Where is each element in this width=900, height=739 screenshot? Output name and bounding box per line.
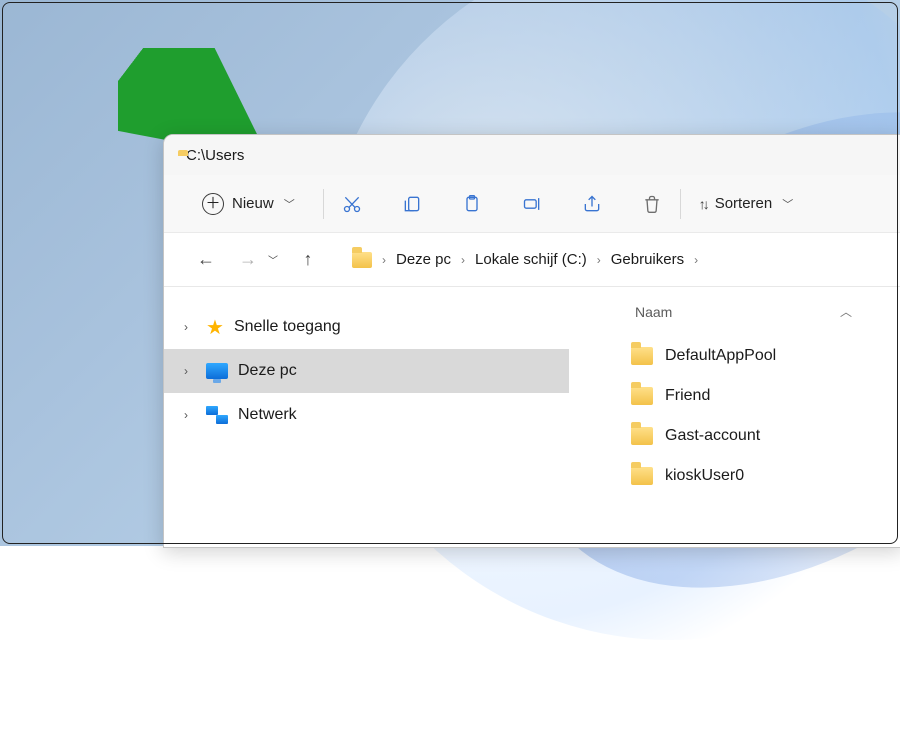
titlebar[interactable]: C:\Users (164, 135, 900, 175)
folder-row[interactable]: Gast-account (595, 416, 900, 456)
star-icon: ★ (206, 315, 224, 340)
folder-name: Friend (665, 387, 710, 405)
separator (323, 189, 324, 219)
breadcrumb-segment[interactable]: Lokale schijf (C:) (475, 251, 587, 268)
chevron-right-icon: › (694, 253, 698, 267)
sort-button[interactable]: ↑↓ Sorteren ﹀ (699, 195, 794, 212)
delete-icon[interactable] (642, 194, 662, 214)
cut-icon[interactable] (342, 194, 362, 214)
forward-button[interactable]: → (236, 249, 260, 270)
share-icon[interactable] (582, 194, 602, 214)
column-header[interactable]: Naam ︿ (595, 299, 900, 336)
nav-item-label: Deze pc (238, 362, 297, 380)
column-name-label: Naam (635, 304, 672, 320)
folder-icon (631, 387, 653, 405)
network-icon (206, 406, 228, 424)
breadcrumb[interactable]: › Deze pc › Lokale schijf (C:) › Gebruik… (352, 251, 698, 268)
new-button-label: Nieuw (232, 195, 274, 212)
chevron-up-icon: ︿ (840, 303, 852, 320)
content-panes: › ★ Snelle toegang › Deze pc › Netwerk N… (164, 287, 900, 547)
new-button[interactable]: ＋ Nieuw ﹀ (192, 189, 305, 219)
separator (680, 189, 681, 219)
chevron-down-icon: ﹀ (782, 196, 793, 212)
nav-item-network[interactable]: › Netwerk (164, 393, 569, 437)
folder-icon (631, 427, 653, 445)
chevron-right-icon: › (184, 408, 196, 422)
folder-row[interactable]: Friend (595, 376, 900, 416)
navigation-pane: › ★ Snelle toegang › Deze pc › Netwerk (164, 287, 569, 547)
monitor-icon (206, 363, 228, 379)
back-button[interactable]: ← (194, 249, 218, 270)
folder-name: kioskUser0 (665, 467, 744, 485)
rename-icon[interactable] (522, 194, 542, 214)
toolbar: ＋ Nieuw ﹀ ↑↓ (164, 175, 900, 233)
folder-name: DefaultAppPool (665, 347, 776, 365)
address-bar-row: ← → ﹀ ↑ › Deze pc › Lokale schijf (C:) ›… (164, 233, 900, 287)
folder-icon (631, 347, 653, 365)
folder-icon (631, 467, 653, 485)
history-chevron-icon[interactable]: ﹀ (268, 252, 278, 267)
chevron-right-icon: › (461, 253, 465, 267)
folder-name: Gast-account (665, 427, 760, 445)
sort-arrows-icon: ↑↓ (699, 196, 707, 212)
copy-icon[interactable] (402, 194, 422, 214)
up-button[interactable]: ↑ (296, 249, 320, 270)
plus-circle-icon: ＋ (202, 193, 224, 215)
breadcrumb-segment[interactable]: Deze pc (396, 251, 451, 268)
chevron-right-icon: › (597, 253, 601, 267)
nav-item-label: Netwerk (238, 406, 297, 424)
window-title: C:\Users (186, 147, 244, 164)
folder-icon (352, 252, 372, 268)
file-explorer-window: C:\Users ＋ Nieuw ﹀ (163, 134, 900, 548)
nav-item-label: Snelle toegang (234, 318, 341, 336)
file-list-pane: Naam ︿ DefaultAppPool Friend Gast-accoun… (569, 287, 900, 547)
paste-icon[interactable] (462, 194, 482, 214)
breadcrumb-segment[interactable]: Gebruikers (611, 251, 684, 268)
sort-label: Sorteren (715, 195, 773, 212)
folder-row[interactable]: kioskUser0 (595, 456, 900, 496)
chevron-right-icon: › (382, 253, 386, 267)
folder-row[interactable]: DefaultAppPool (595, 336, 900, 376)
chevron-right-icon: › (184, 364, 196, 378)
nav-item-quick-access[interactable]: › ★ Snelle toegang (164, 305, 569, 349)
chevron-right-icon: › (184, 320, 196, 334)
chevron-down-icon: ﹀ (284, 196, 295, 212)
nav-item-this-pc[interactable]: › Deze pc (164, 349, 569, 393)
